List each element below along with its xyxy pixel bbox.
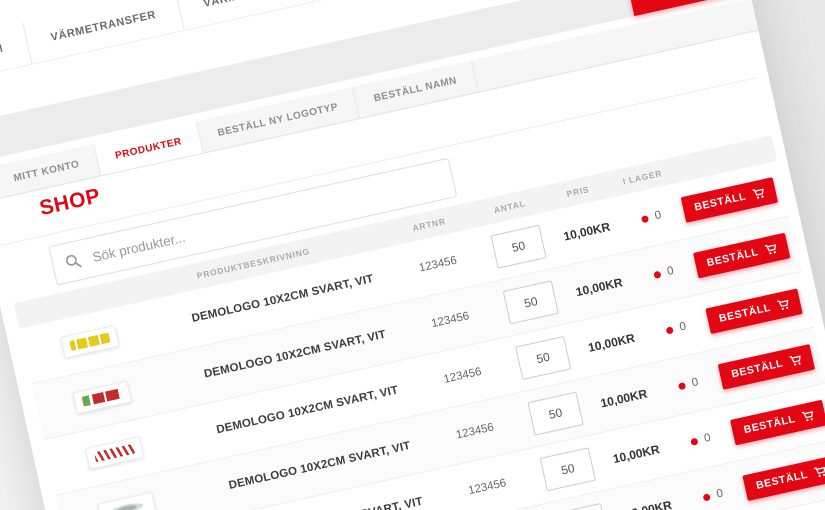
pris-value: 10,00KR — [562, 219, 612, 244]
order-cell: BESTÄLL — [740, 454, 825, 502]
order-button-label: BESTÄLL — [717, 301, 772, 325]
lager-cell: 0 — [669, 427, 732, 452]
order-button[interactable]: BESTÄLL — [705, 288, 803, 335]
product-thumbnail — [72, 380, 132, 415]
antal-cell — [530, 445, 606, 493]
lager-cell: 0 — [620, 205, 683, 230]
stock-status-dot — [640, 214, 649, 223]
order-cell: BESTÄLL — [728, 398, 825, 446]
stock-status-dot — [652, 270, 662, 279]
lager-value: 0 — [666, 264, 675, 278]
search-icon — [65, 254, 82, 268]
lager-value: 0 — [653, 209, 663, 223]
order-button-label: BESTÄLL — [693, 190, 748, 214]
order-button[interactable]: BESTÄLL — [681, 177, 779, 223]
antal-cell — [493, 278, 569, 326]
nav-tab-varmetransfer[interactable]: VÄRMETRANSFER — [22, 0, 185, 64]
pris-value: 10,00KR — [586, 330, 637, 355]
artnr-value: 123456 — [454, 421, 496, 442]
antal-cell — [481, 223, 557, 271]
lager-cell: 0 — [681, 483, 744, 508]
order-button-label: BESTÄLL — [705, 246, 760, 270]
cart-icon — [752, 188, 764, 199]
cart-icon — [764, 244, 776, 255]
quantity-input[interactable] — [539, 447, 596, 492]
order-button[interactable]: BESTÄLL — [730, 399, 825, 446]
artnr-value: 123456 — [442, 365, 483, 386]
order-button-label: BESTÄLL — [754, 468, 809, 492]
pris-value: 10,00KR — [623, 497, 674, 510]
hero-background: EM VÄRMETRANSFER VÄRMEPRESS MILJÖ STANDA… — [0, 0, 825, 510]
pris-value: 10,00KR — [611, 442, 661, 467]
order-button-label: BESTÄLL — [742, 413, 797, 437]
cart-icon — [777, 299, 789, 311]
order-button[interactable]: BESTÄLL — [693, 232, 791, 279]
order-cell: BESTÄLL — [703, 287, 810, 335]
quantity-input[interactable] — [502, 280, 559, 325]
order-button[interactable]: BESTÄLL — [718, 344, 816, 390]
quantity-input[interactable] — [552, 502, 609, 510]
pris-value: 10,00KR — [574, 275, 624, 300]
artnr-value: 123456 — [417, 254, 458, 275]
lager-value: 0 — [678, 320, 688, 334]
cart-icon — [789, 355, 801, 366]
stock-status-dot — [677, 381, 686, 390]
antal-cell — [505, 334, 581, 382]
order-button-label: BESTÄLL — [730, 357, 785, 381]
webshop-page: EM VÄRMETRANSFER VÄRMEPRESS MILJÖ STANDA… — [0, 0, 825, 510]
stock-status-dot — [689, 437, 699, 446]
product-thumbnail — [60, 324, 120, 359]
quantity-input[interactable] — [490, 224, 547, 269]
antal-cell — [518, 389, 594, 437]
page-title: SHOP — [37, 184, 103, 221]
product-thumbnail — [97, 491, 157, 510]
stock-status-dot — [665, 325, 674, 335]
lager-value: 0 — [690, 376, 700, 390]
artnr-value: 123456 — [467, 477, 508, 498]
artnr-value: 123456 — [430, 310, 471, 331]
lager-cell: 0 — [644, 316, 707, 341]
lager-value: 0 — [715, 487, 725, 501]
order-cell: BESTÄLL — [679, 175, 786, 223]
nav-tab-miljo[interactable]: MILJÖ — [304, 0, 398, 2]
order-button[interactable]: BESTÄLL — [742, 455, 825, 501]
cart-icon — [801, 411, 813, 422]
lager-cell: 0 — [632, 260, 695, 285]
stock-status-dot — [702, 492, 711, 502]
quantity-input[interactable] — [515, 335, 572, 381]
antal-cell — [542, 501, 618, 510]
pris-value: 10,00KR — [599, 386, 649, 411]
product-thumbnail — [84, 436, 145, 470]
nav-tab-varmepress[interactable]: VÄRMEPRESS — [175, 0, 314, 30]
quantity-input[interactable] — [527, 391, 584, 436]
lager-value: 0 — [703, 431, 712, 445]
lager-cell: 0 — [657, 372, 720, 397]
order-cell: BESTÄLL — [691, 231, 798, 279]
cart-icon — [814, 466, 825, 477]
order-cell: BESTÄLL — [716, 342, 823, 390]
